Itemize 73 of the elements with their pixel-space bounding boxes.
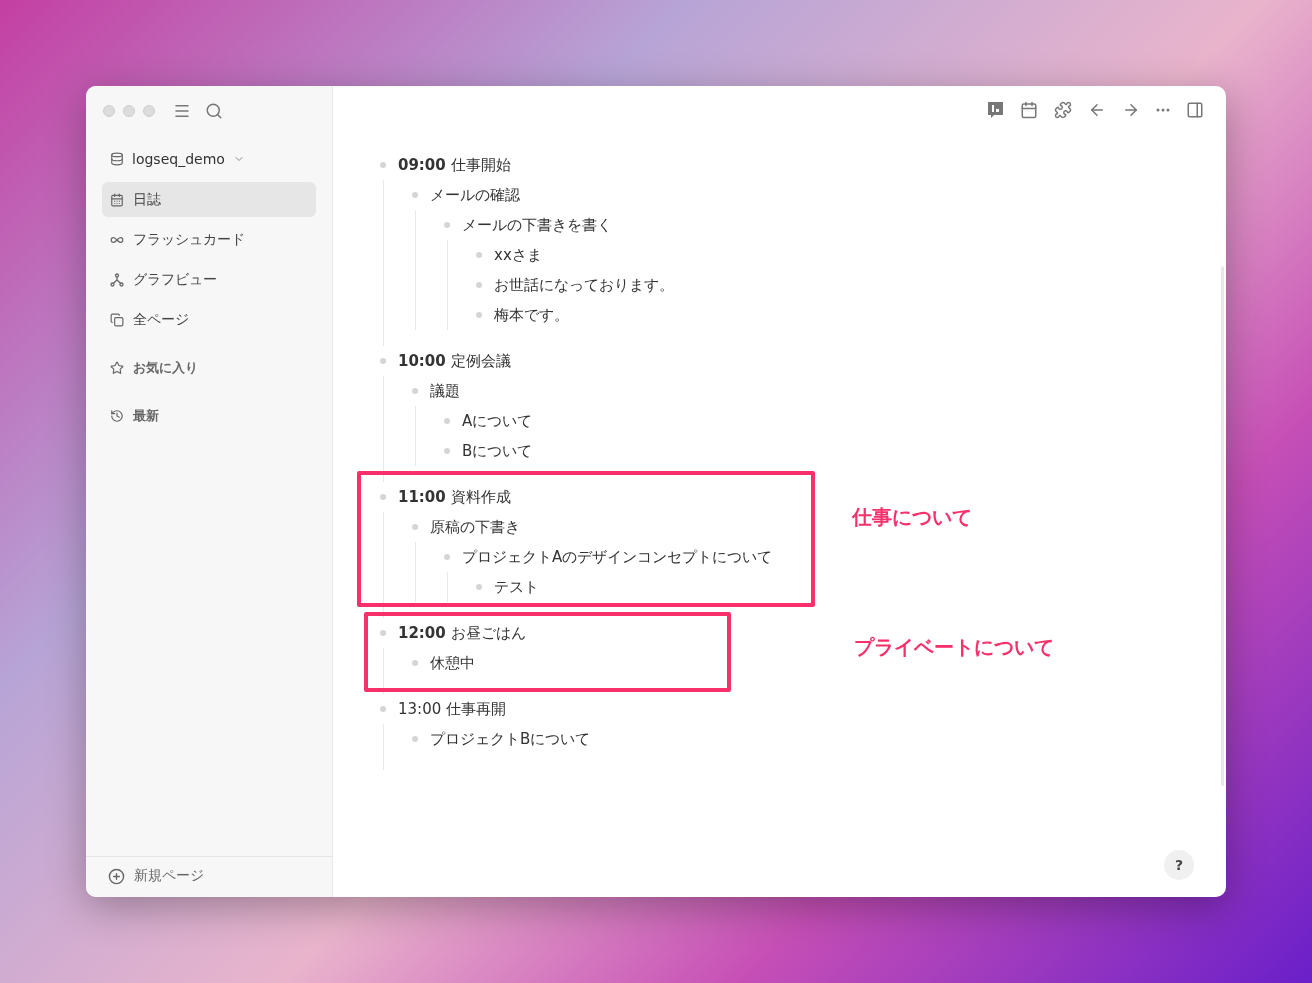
history-icon <box>110 408 124 423</box>
bullet-icon[interactable] <box>476 282 482 288</box>
sidebar-toggle-button[interactable] <box>1186 101 1204 119</box>
search-button[interactable] <box>205 102 223 120</box>
bullet-icon[interactable] <box>412 660 418 666</box>
menu-icon <box>173 102 191 120</box>
block-text: メールの下書きを書く <box>462 215 612 235</box>
sidebar-section[interactable]: お気に入り <box>102 350 316 385</box>
bullet-icon[interactable] <box>380 630 386 636</box>
panel-icon <box>1186 101 1204 119</box>
annotation-label: プライベートについて <box>854 634 1054 661</box>
block-text: 原稿の下書き <box>430 517 520 537</box>
bullet-icon[interactable] <box>412 524 418 530</box>
search-icon <box>205 102 223 120</box>
bullet-icon[interactable] <box>380 494 386 500</box>
block-text: 梅本です。 <box>494 305 569 325</box>
bullet-icon[interactable] <box>444 554 450 560</box>
bullet-icon[interactable] <box>444 222 450 228</box>
block-text: Bについて <box>462 441 533 461</box>
puzzle-icon <box>1054 101 1072 119</box>
app-logo-icon[interactable] <box>987 101 1004 119</box>
bullet-icon[interactable] <box>476 252 482 258</box>
block-text: 12:00 お昼ごはん <box>398 623 526 643</box>
star-icon <box>110 360 124 375</box>
menu-button[interactable] <box>173 102 191 120</box>
block-text: メールの確認 <box>430 185 520 205</box>
window-button[interactable] <box>143 105 155 117</box>
graph-selector[interactable]: logseq_demo <box>86 146 332 172</box>
block-text: お世話になっております。 <box>494 275 674 295</box>
new-page-button[interactable]: 新規ページ <box>108 867 204 885</box>
block-text: プロジェクトBについて <box>430 729 591 749</box>
puzzle-button[interactable] <box>1054 101 1072 119</box>
bullet-icon[interactable] <box>380 358 386 364</box>
pages-icon <box>110 312 124 327</box>
arrow-right-icon <box>1122 101 1140 119</box>
annotation-label: 仕事について <box>852 504 972 531</box>
bullet-icon[interactable] <box>476 312 482 318</box>
block-text: 11:00 資料作成 <box>398 487 511 507</box>
block-text: Aについて <box>462 411 533 431</box>
calendar-icon <box>1020 101 1038 119</box>
block-text: プロジェクトAのデザインコンセプトについて <box>462 547 773 567</box>
block-text: 休憩中 <box>430 653 475 673</box>
bullet-icon[interactable] <box>412 192 418 198</box>
window-button[interactable] <box>123 105 135 117</box>
block-text: 議題 <box>430 381 460 401</box>
help-button[interactable]: ? <box>1164 850 1194 880</box>
block-text: xxさま <box>494 245 542 265</box>
sidebar-item[interactable]: 全ページ <box>102 302 316 337</box>
calendar-button[interactable] <box>1020 101 1038 119</box>
bullet-icon[interactable] <box>380 162 386 168</box>
sidebar-item[interactable]: グラフビュー <box>102 262 316 297</box>
bullet-icon[interactable] <box>412 388 418 394</box>
sidebar-item[interactable]: 日誌 <box>102 182 316 217</box>
bullet-icon[interactable] <box>412 736 418 742</box>
block-text: 10:00 定例会議 <box>398 351 511 371</box>
bullet-icon[interactable] <box>476 584 482 590</box>
bullet-icon[interactable] <box>444 448 450 454</box>
back-button[interactable] <box>1088 101 1106 119</box>
window-button[interactable] <box>103 105 115 117</box>
forward-button[interactable] <box>1122 101 1140 119</box>
calendar-icon <box>110 192 124 207</box>
sidebar-item[interactable]: フラッシュカード <box>102 222 316 257</box>
block-text: テスト <box>494 577 539 597</box>
more-button[interactable] <box>1156 108 1170 112</box>
graph-icon <box>110 272 124 287</box>
more-icon <box>1156 108 1170 112</box>
block-text: 13:00 仕事再開 <box>398 699 506 719</box>
sidebar-section[interactable]: 最新 <box>102 398 316 433</box>
plus-icon <box>108 867 125 885</box>
block-text: 09:00 仕事開始 <box>398 155 511 175</box>
bullet-icon[interactable] <box>444 418 450 424</box>
database-icon <box>110 152 124 166</box>
bullet-icon[interactable] <box>380 706 386 712</box>
